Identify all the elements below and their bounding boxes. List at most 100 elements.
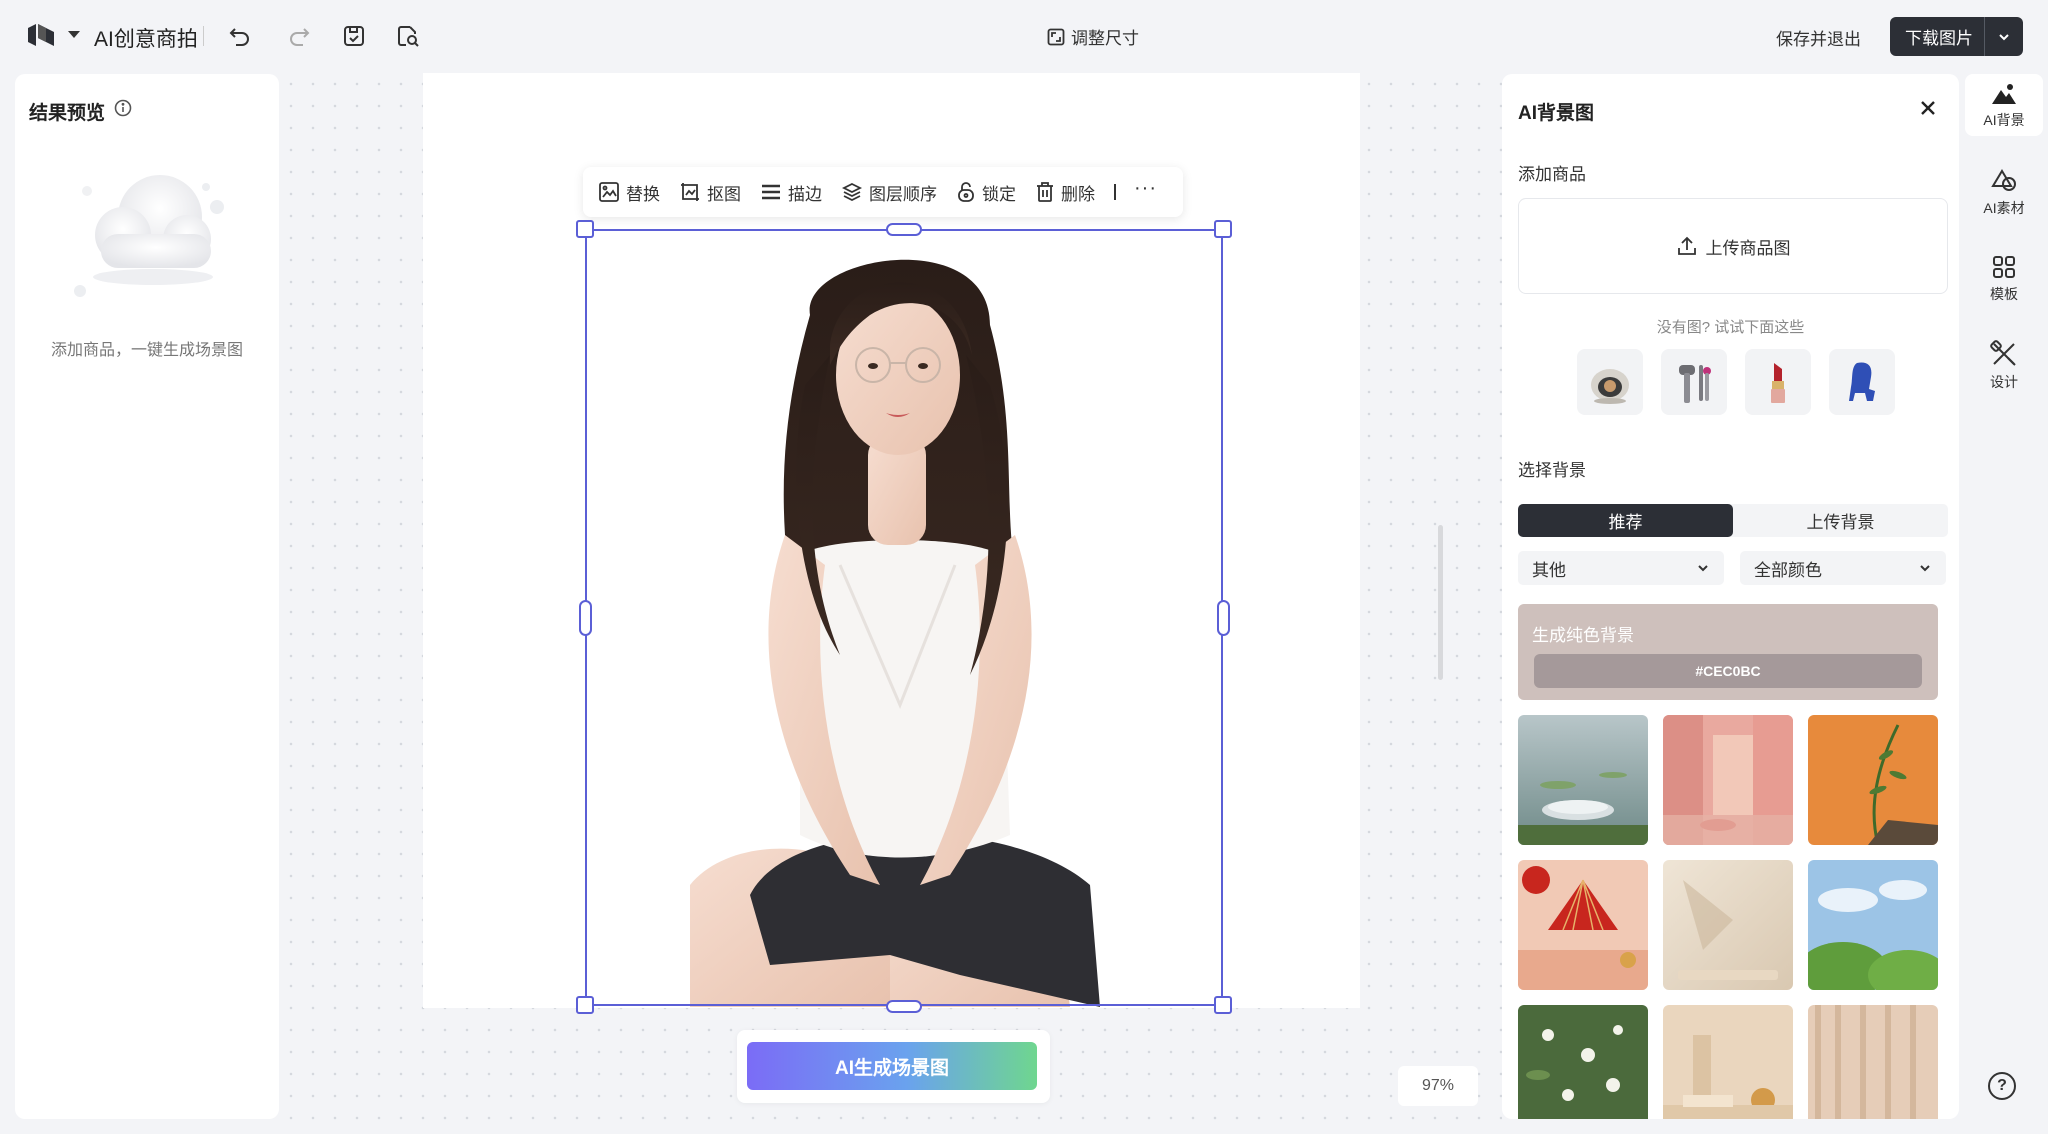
stroke-icon	[762, 184, 780, 200]
generate-scene-button[interactable]: AI生成场景图	[747, 1042, 1037, 1090]
object-toolbar: 替换 抠图 描边 图层顺序 锁定 删除 ···	[583, 167, 1183, 217]
resize-handle-right[interactable]	[1217, 600, 1230, 636]
app-logo-icon[interactable]	[26, 20, 56, 50]
category-dropdown-value: 其他	[1532, 560, 1566, 580]
chevron-down-icon	[1698, 565, 1708, 572]
background-thumbnail[interactable]	[1663, 1005, 1793, 1119]
empty-hint: 添加商品，一键生成场景图	[50, 342, 243, 359]
tools-icon	[1990, 340, 2016, 366]
zoom-level[interactable]: 97%	[1398, 1066, 1478, 1106]
background-thumbnail[interactable]	[1663, 860, 1793, 990]
background-thumbnail[interactable]	[1808, 860, 1938, 990]
upload-product-button[interactable]: 上传商品图	[1518, 198, 1948, 294]
shapes-icon	[1991, 169, 2016, 191]
stroke-button[interactable]: 描边	[760, 180, 822, 205]
cutout-label: 抠图	[707, 184, 741, 204]
redo-icon[interactable]	[285, 22, 313, 50]
resize-handle-top[interactable]	[886, 223, 922, 236]
undo-icon[interactable]	[226, 22, 254, 50]
selection-box[interactable]	[585, 229, 1223, 1006]
more-icon[interactable]: ···	[1134, 177, 1157, 200]
save-icon[interactable]	[340, 22, 368, 50]
rail-item-ai-material[interactable]: AI素材	[1965, 168, 2043, 218]
resize-label: 调整尺寸	[1071, 29, 1139, 48]
background-thumbnails	[1518, 715, 1938, 1119]
layer-order-button[interactable]: 图层顺序	[841, 180, 937, 205]
background-thumbnail[interactable]	[1518, 860, 1648, 990]
result-preview-panel: 结果预览 添加商品，一键生成场景图	[15, 74, 279, 1119]
background-thumbnail[interactable]	[1518, 1005, 1648, 1119]
lock-icon	[958, 182, 974, 202]
background-thumbnail[interactable]	[1808, 715, 1938, 845]
rail-label: 设计	[1990, 374, 2018, 390]
sample-products	[1577, 349, 1895, 415]
divider	[203, 26, 204, 46]
app-title: AI创意商拍	[94, 28, 198, 51]
lock-button[interactable]: 锁定	[956, 180, 1016, 205]
color-dropdown-value: 全部颜色	[1754, 560, 1822, 580]
app-menu-caret-icon[interactable]	[68, 31, 80, 38]
sample-lipstick[interactable]	[1745, 349, 1811, 415]
resize-handle-top-left[interactable]	[576, 220, 594, 238]
resize-handle-bottom-left[interactable]	[576, 996, 594, 1014]
cutout-button[interactable]: 抠图	[679, 180, 741, 205]
sample-pet-bed[interactable]	[1577, 349, 1643, 415]
select-background-label: 选择背景	[1518, 461, 1586, 480]
delete-button[interactable]: 删除	[1035, 180, 1095, 205]
resize-handle-bottom-right[interactable]	[1214, 996, 1232, 1014]
replace-icon	[599, 182, 619, 202]
upload-icon	[1677, 236, 1696, 255]
close-icon[interactable]	[1916, 96, 1940, 120]
resize-handle-bottom[interactable]	[886, 1000, 922, 1013]
rail-label: AI背景	[1983, 112, 2025, 128]
rail-label: AI素材	[1983, 200, 2025, 216]
background-tabs: 推荐 上传背景	[1518, 504, 1948, 537]
rail-label: 模板	[1990, 286, 2018, 302]
background-thumbnail[interactable]	[1808, 1005, 1938, 1119]
mountain-icon	[1992, 84, 2016, 104]
background-thumbnail[interactable]	[1663, 715, 1793, 845]
resize-icon	[1047, 28, 1065, 45]
solid-background-hex[interactable]: #CEC0BC	[1534, 654, 1922, 688]
rail-item-ai-background[interactable]: AI背景	[1965, 74, 2043, 136]
add-product-label: 添加商品	[1518, 165, 1586, 184]
chevron-down-icon[interactable]	[1985, 17, 2023, 56]
tab-recommended[interactable]: 推荐	[1518, 504, 1733, 537]
help-icon[interactable]: ?	[1988, 1072, 2016, 1100]
color-dropdown[interactable]: 全部颜色	[1740, 551, 1946, 585]
try-samples-hint: 没有图? 试试下面这些	[1656, 319, 1805, 336]
background-thumbnail[interactable]	[1518, 715, 1648, 845]
empty-cloud-illustration	[65, 159, 235, 299]
upload-label: 上传商品图	[1705, 238, 1791, 258]
resize-handle-left[interactable]	[579, 600, 592, 636]
panel-scrollbar[interactable]	[1438, 525, 1443, 680]
rail-item-design[interactable]: 设计	[1965, 340, 2043, 392]
panel-title: 结果预览	[29, 103, 106, 124]
layers-icon	[841, 182, 863, 202]
sample-chair[interactable]	[1829, 349, 1895, 415]
replace-button[interactable]: 替换	[598, 180, 660, 205]
ai-background-panel: AI背景图 添加商品 上传商品图 没有图? 试试下面这些 选择背景 推荐 上传背…	[1502, 74, 1959, 1119]
resize-handle-top-right[interactable]	[1214, 220, 1232, 238]
rail-item-templates[interactable]: 模板	[1965, 254, 2043, 304]
sample-hair-dryer[interactable]	[1661, 349, 1727, 415]
info-icon[interactable]	[114, 99, 132, 122]
solid-background-card[interactable]: 生成纯色背景 #CEC0BC	[1518, 604, 1938, 700]
top-bar: AI创意商拍 调整尺寸 保存并退出 下载图片	[0, 0, 2048, 73]
layer-order-label: 图层顺序	[869, 184, 937, 204]
chevron-down-icon	[1920, 565, 1930, 572]
download-label: 下载图片	[1905, 29, 1973, 48]
trash-icon	[1037, 182, 1053, 202]
download-button[interactable]: 下载图片	[1890, 17, 2023, 56]
tab-upload-background[interactable]: 上传背景	[1733, 504, 1948, 537]
panel-title: AI背景图	[1518, 103, 1595, 124]
stroke-label: 描边	[788, 184, 822, 204]
resize-button[interactable]: 调整尺寸	[1047, 24, 1139, 49]
category-dropdown[interactable]: 其他	[1518, 551, 1724, 585]
translate-search-icon[interactable]	[394, 22, 422, 50]
solid-background-title: 生成纯色背景	[1532, 626, 1634, 645]
replace-label: 替换	[626, 184, 660, 204]
cutout-icon	[681, 183, 699, 201]
save-exit-button[interactable]: 保存并退出	[1776, 25, 1861, 50]
side-rail: AI背景 AI素材 模板 设计	[1965, 74, 2043, 1119]
